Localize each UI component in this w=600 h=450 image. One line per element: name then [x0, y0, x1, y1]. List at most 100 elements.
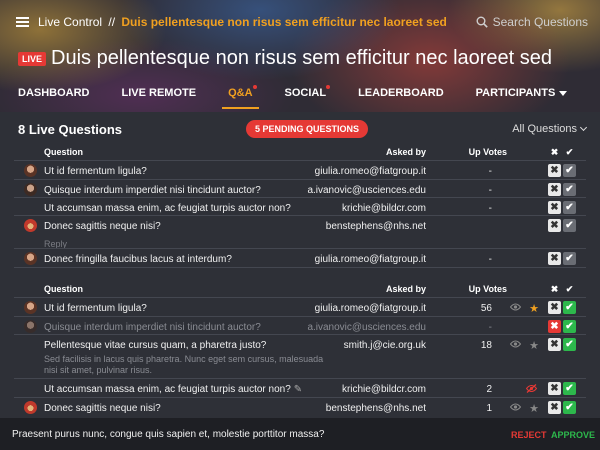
- reject-button[interactable]: ✖: [548, 201, 561, 214]
- pending-questions-table: Question Asked by Up Votes ✖ ✔ Ut id fer…: [14, 146, 586, 268]
- eye-icon[interactable]: [510, 403, 521, 411]
- column-question: Question: [44, 284, 84, 294]
- table-row[interactable]: Donec fringilla faucibus lacus at interd…: [14, 248, 586, 268]
- reject-button[interactable]: ✖: [548, 301, 561, 314]
- question-text: Ut id fermentum ligula?: [44, 166, 147, 177]
- approve-button[interactable]: ✔: [563, 164, 576, 177]
- question-text: Pellentesque vitae cursus quam, a pharet…: [44, 340, 267, 351]
- title-row: LIVE Duis pellentesque non risus sem eff…: [18, 47, 552, 70]
- asked-by: giulia.romeo@fiatgroup.it: [314, 303, 426, 314]
- asked-by: krichie@bildcr.com: [341, 203, 426, 214]
- tab-qa[interactable]: Q&A: [221, 84, 260, 112]
- asked-by: a.ivanovic@usciences.edu: [307, 322, 426, 333]
- notification-dot: [252, 85, 257, 89]
- reject-button[interactable]: REJECT: [511, 430, 547, 440]
- question-text: Quisque interdum imperdiet nisi tincidun…: [44, 185, 261, 196]
- tab-leaderboard[interactable]: LEADERBOARD: [358, 84, 444, 112]
- approve-all-icon[interactable]: ✔: [563, 147, 576, 158]
- star-icon[interactable]: ★: [529, 339, 539, 352]
- up-votes: -: [488, 322, 492, 333]
- approve-button[interactable]: ✔: [563, 252, 576, 265]
- eye-hidden-icon[interactable]: [526, 384, 537, 393]
- search-icon: [476, 16, 488, 28]
- filter-label: All Questions: [512, 123, 577, 135]
- reject-button[interactable]: ✖: [548, 338, 561, 351]
- table-row[interactable]: Ut accumsan massa enim, ac feugiat turpi…: [14, 378, 586, 397]
- approve-button[interactable]: ✔: [563, 183, 576, 196]
- asked-by: giulia.romeo@fiatgroup.it: [314, 254, 426, 265]
- tab-label: DASHBOARD: [18, 87, 90, 99]
- approve-button[interactable]: ✔: [563, 320, 576, 333]
- breadcrumb-separator: //: [108, 15, 116, 29]
- table-row[interactable]: Quisque interdum imperdiet nisi tincidun…: [14, 179, 586, 197]
- menu-icon[interactable]: [16, 17, 29, 27]
- question-text: Ut id fermentum ligula?: [44, 303, 147, 314]
- asked-by: krichie@bildcr.com: [341, 384, 426, 395]
- question-text: Donec sagittis neque nisi?: [44, 403, 161, 414]
- approve-button[interactable]: ✔: [563, 338, 576, 351]
- question-text: Quisque interdum imperdiet nisi tincidun…: [44, 322, 261, 333]
- approve-button[interactable]: ✔: [563, 382, 576, 395]
- reject-button[interactable]: ✖: [548, 401, 561, 414]
- table-row[interactable]: Ut accumsan massa enim, ac feugiat turpi…: [14, 197, 586, 215]
- chevron-down-icon: [579, 123, 588, 132]
- tab-label: Q&A: [228, 87, 253, 99]
- up-votes: -: [488, 203, 492, 214]
- tab-label: SOCIAL: [284, 87, 327, 99]
- reject-button[interactable]: ✖: [548, 252, 561, 265]
- table-row[interactable]: Ut id fermentum ligula? giulia.romeo@fia…: [14, 297, 586, 316]
- attachment-icon[interactable]: ✎: [294, 384, 302, 395]
- tab-dashboard[interactable]: DASHBOARD: [18, 84, 90, 112]
- column-asked-by: Asked by: [385, 147, 426, 157]
- incoming-question-text: Praesent purus nunc, congue quis sapien …: [12, 429, 325, 440]
- table-row[interactable]: Pellentesque vitae cursus quam, a pharet…: [14, 334, 586, 378]
- reject-button[interactable]: ✖: [548, 164, 561, 177]
- up-votes: -: [488, 185, 492, 196]
- question-text: Ut accumsan massa enim, ac feugiat turpi…: [44, 384, 302, 395]
- top-bar: Live Control // Duis pellentesque non ri…: [0, 0, 600, 44]
- tab-live-remote[interactable]: LIVE REMOTE: [122, 84, 197, 112]
- approve-button[interactable]: ✔: [563, 201, 576, 214]
- eye-icon[interactable]: [510, 340, 521, 348]
- breadcrumb: Live Control // Duis pellentesque non ri…: [38, 15, 447, 29]
- reject-all-icon[interactable]: ✖: [548, 284, 561, 295]
- approve-button[interactable]: ✔: [563, 301, 576, 314]
- avatar: [24, 219, 37, 232]
- question-text: Donec fringilla faucibus lacus at interd…: [44, 254, 232, 265]
- up-votes: -: [488, 166, 492, 177]
- questions-header: 8 Live Questions 5 PENDING QUESTIONS All…: [0, 112, 600, 146]
- reject-all-icon[interactable]: ✖: [548, 147, 561, 158]
- live-badge: LIVE: [18, 51, 47, 66]
- asked-by: benstephens@nhs.net: [325, 403, 426, 414]
- star-icon[interactable]: ★: [529, 402, 539, 415]
- pending-questions-button[interactable]: 5 PENDING QUESTIONS: [246, 120, 369, 138]
- approve-all-icon[interactable]: ✔: [563, 284, 576, 295]
- table-row[interactable]: Quisque interdum imperdiet nisi tincidun…: [14, 316, 586, 334]
- table-row[interactable]: Ut id fermentum ligula? giulia.romeo@fia…: [14, 160, 586, 179]
- avatar: [24, 183, 37, 196]
- tab-participants[interactable]: PARTICIPANTS: [476, 84, 568, 112]
- table-row[interactable]: Donec sagittis neque nisi? benstephens@n…: [14, 215, 586, 249]
- table-row[interactable]: Donec sagittis neque nisi? benstephens@n…: [14, 397, 586, 417]
- reject-button[interactable]: ✖: [548, 219, 561, 232]
- breadcrumb-root[interactable]: Live Control: [38, 15, 102, 29]
- eye-icon[interactable]: [510, 303, 521, 311]
- approve-button[interactable]: APPROVE: [551, 430, 595, 440]
- tab-social[interactable]: SOCIAL: [284, 84, 331, 112]
- live-questions-count: 8 Live Questions: [18, 122, 123, 137]
- live-questions-table: Question Asked by Up Votes ✖ ✔ Ut id fer…: [14, 283, 586, 417]
- star-icon[interactable]: ★: [529, 302, 539, 315]
- up-votes: 1: [486, 403, 492, 414]
- breadcrumb-current: Duis pellentesque non risus sem efficitu…: [121, 15, 447, 29]
- reject-button[interactable]: ✖: [548, 183, 561, 196]
- column-up-votes: Up Votes: [468, 284, 507, 294]
- reject-button[interactable]: ✖: [548, 382, 561, 395]
- caret-down-icon: [559, 90, 568, 96]
- search-box[interactable]: Search Questions: [476, 15, 588, 29]
- questions-filter[interactable]: All Questions: [512, 123, 588, 135]
- question-text-value: Ut accumsan massa enim, ac feugiat turpi…: [44, 384, 291, 395]
- reject-button[interactable]: ✖: [548, 320, 561, 333]
- tab-label: LIVE REMOTE: [121, 87, 197, 99]
- approve-button[interactable]: ✔: [563, 219, 576, 232]
- approve-button[interactable]: ✔: [563, 401, 576, 414]
